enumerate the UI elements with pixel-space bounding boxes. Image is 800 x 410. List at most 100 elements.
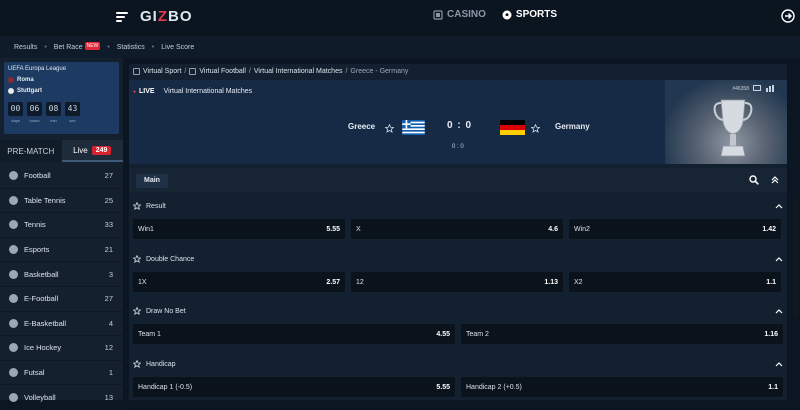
team-crest-icon [8,77,14,83]
odd-label: X [356,225,361,233]
favorite-star-icon[interactable] [133,307,141,315]
promo-league: UEFA Europa League [8,66,67,72]
favorite-star-icon[interactable] [133,255,141,263]
market-header[interactable]: Result [129,196,787,216]
odd-button[interactable]: Team 2 1.16 [461,324,783,344]
market-header[interactable]: Handicap [129,354,787,374]
sport-icon [9,195,18,205]
odd-button[interactable]: X2 1.1 [569,272,781,292]
favorite-star-icon[interactable] [133,360,141,368]
odd-button[interactable]: Win2 1.42 [569,219,781,239]
sidebar: UEFA Europa League Roma Stuttgart 00 days… [0,58,123,410]
odd-button[interactable]: Team 1 4.55 [133,324,455,344]
chevron-up-icon[interactable] [775,307,783,315]
sidebar-item-table-tennis[interactable]: Table Tennis 25 [0,189,123,214]
odd-value: 5.55 [326,225,340,233]
breadcrumb-current: Greece - Germany [350,67,409,75]
odd-button[interactable]: 1X 2.57 [133,272,345,292]
promo-team-2: Stuttgart [8,88,42,94]
odd-button[interactable]: X 4.6 [351,219,563,239]
breadcrumb-item[interactable]: Virtual International Matches [254,68,343,75]
link-statistics[interactable]: Statistics [117,44,145,51]
chevron-up-icon[interactable] [775,360,783,368]
match-subscore: 0 : 0 [452,144,464,150]
market-header[interactable]: Double Chance [129,249,787,269]
timer-label: sec [69,118,76,123]
link-results[interactable]: Results [14,44,37,51]
sidebar-item-e-basketball[interactable]: E-Basketball 4 [0,312,123,337]
favorite-star-icon[interactable] [133,202,141,210]
tab-pre-match[interactable]: PRE-MATCH [0,140,62,162]
odd-value: 4.6 [548,225,558,233]
sport-icon [9,343,18,353]
soccer-ball-icon [502,10,512,19]
link-bet-race-label: Bet Race [53,44,83,51]
breadcrumb-item[interactable]: Virtual Football [199,68,246,75]
virtual-sport-icon [133,67,140,75]
chevron-up-icon[interactable] [775,255,783,263]
match-id: #46358 [732,86,749,92]
odd-label: Handicap 2 (+0.5) [466,383,522,391]
sport-name: E-Football [24,294,59,304]
sidebar-item-volleyball[interactable]: Volleyball 13 [0,385,123,410]
odds-row: 1X 2.57 12 1.13 X2 1.1 [133,272,781,292]
market-filter-bar: Main [129,168,787,192]
login-icon[interactable] [781,9,795,23]
chevron-up-icon[interactable] [775,202,783,210]
favorite-star-icon[interactable] [385,124,394,133]
logo[interactable]: GIZBO [140,8,193,25]
odd-label: Handicap 1 (-0.5) [138,383,193,391]
odd-button[interactable]: Handicap 2 (+0.5) 1.1 [461,377,783,397]
sport-name: Volleyball [24,392,56,402]
market-tab-main[interactable]: Main [136,174,168,188]
germany-flag-icon [500,120,525,135]
scrollbar[interactable] [793,58,800,400]
odd-value: 1.1 [766,278,776,286]
separator: • [151,43,155,51]
timer-hours: 06 hours [27,102,42,123]
statistics-icon[interactable] [766,85,774,92]
sidebar-item-tennis[interactable]: Tennis 33 [0,213,123,238]
odd-button[interactable]: Handicap 1 (-0.5) 5.55 [133,377,455,397]
odd-button[interactable]: 12 1.13 [351,272,563,292]
scrollbar-thumb[interactable] [794,198,799,318]
timer-label: days [11,118,20,123]
tv-icon[interactable] [753,85,761,91]
tab-live-label: Live [73,145,88,155]
sport-count: 27 [104,294,113,304]
timer-min: 08 min [46,102,61,123]
odd-value: 2.57 [326,278,340,286]
favorite-star-icon[interactable] [531,124,540,133]
tab-live[interactable]: Live 249 [61,140,123,162]
menu-icon[interactable] [116,12,128,22]
sidebar-item-ice-hockey[interactable]: Ice Hockey 12 [0,336,123,361]
breadcrumb-item[interactable]: Virtual Sport [143,68,181,75]
sidebar-item-basketball[interactable]: Basketball 3 [0,262,123,287]
odd-label: Win2 [574,225,590,233]
odd-value: 1.1 [768,383,778,391]
market-result: Result Win1 5.55 X 4.6 Win2 1.42 [129,196,787,244]
link-bet-race[interactable]: Bet Race NEW [53,42,101,51]
nav-sports[interactable]: SPORTS [502,9,557,20]
nav-casino[interactable]: CASINO [433,9,486,20]
match-header: ● LIVE Virtual International Matches Gre… [129,80,787,164]
match-score: 0 : 0 [447,120,473,131]
sport-count: 4 [108,318,113,328]
breadcrumb-separator: / [345,67,348,75]
search-icon[interactable] [749,175,759,185]
sidebar-item-esports[interactable]: Esports 21 [0,238,123,263]
market-header[interactable]: Draw No Bet [129,301,787,321]
odd-button[interactable]: Win1 5.55 [133,219,345,239]
sport-count: 13 [104,392,113,402]
sport-count: 3 [108,269,113,279]
sidebar-item-futsal[interactable]: Futsal 1 [0,361,123,386]
link-live-score[interactable]: Live Score [161,44,194,51]
sport-name: Table Tennis [24,195,66,205]
sport-name: Ice Hockey [24,343,62,353]
promo-card[interactable]: UEFA Europa League Roma Stuttgart 00 days… [4,62,119,134]
collapse-all-icon[interactable] [771,176,779,184]
sidebar-item-e-football[interactable]: E-Football 27 [0,287,123,312]
sport-count: 1 [108,368,113,378]
sport-icon [9,318,18,328]
sidebar-item-football[interactable]: Football 27 [0,164,123,189]
